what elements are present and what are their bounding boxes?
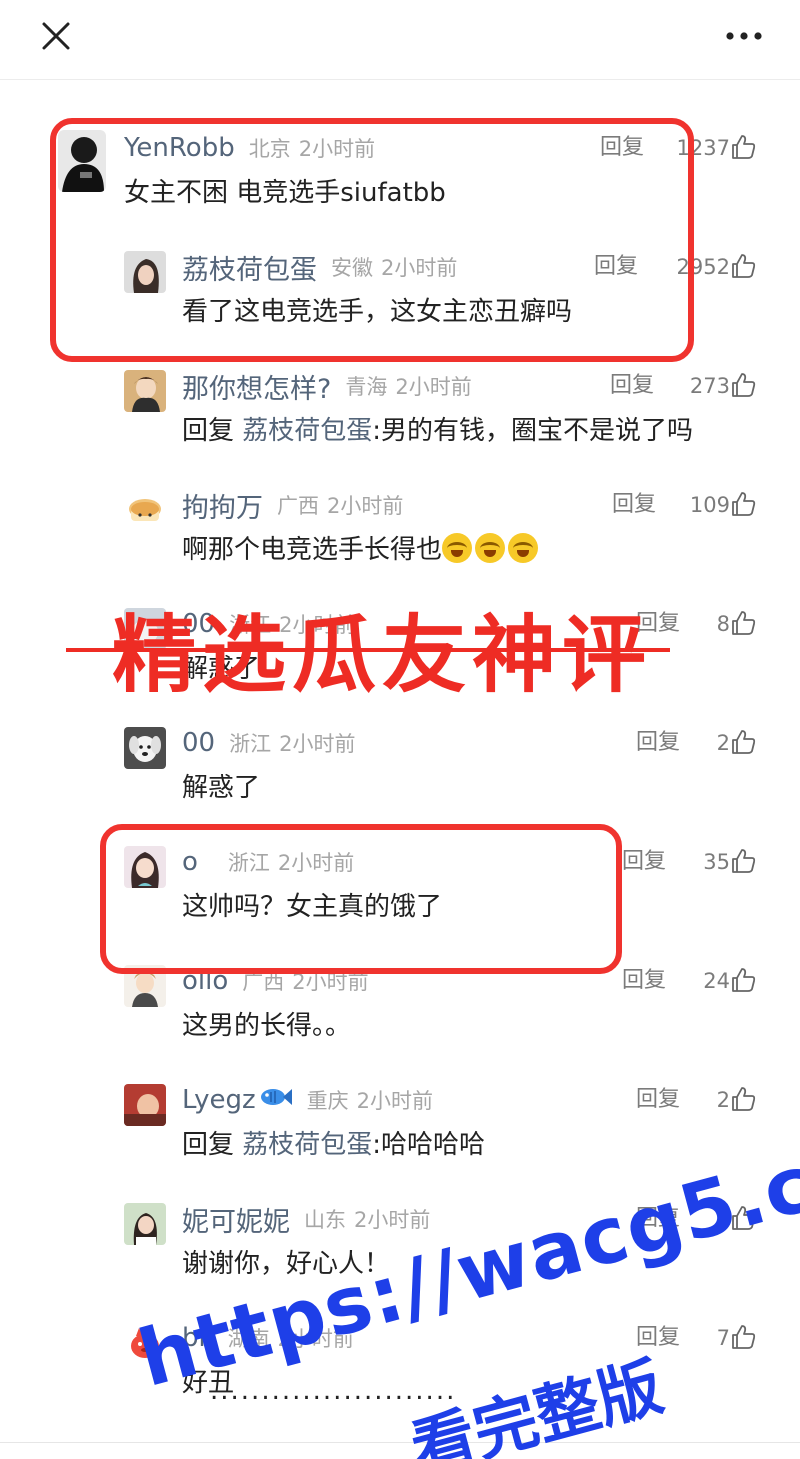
avatar[interactable] (124, 251, 166, 293)
avatar[interactable] (58, 130, 106, 192)
location: 浙江 (227, 851, 270, 875)
thumbs-up-icon[interactable] (730, 848, 756, 874)
avatar[interactable] (124, 370, 166, 412)
thumbs-up-icon[interactable] (730, 967, 756, 993)
like-count: 1237 (676, 136, 730, 160)
comment-item: 00 浙江 2小时前 回复 2 解惑了 (0, 723, 800, 833)
thumbs-up-icon[interactable] (730, 253, 756, 279)
location: 北京 (248, 137, 291, 161)
thumbs-up-icon[interactable] (730, 372, 756, 398)
username[interactable]: 拘拘万 (182, 486, 263, 525)
thumbs-up-icon[interactable] (730, 491, 756, 517)
location: 广西 (242, 970, 285, 994)
reply-button[interactable]: 回复 (622, 961, 666, 1001)
reply-body: :男的有钱，圈宝不是说了吗 (372, 416, 694, 446)
divider (0, 1442, 800, 1443)
timestamp: 2小时前 (292, 970, 369, 994)
laugh-cry-emoji-icon (475, 533, 506, 563)
fish-badge-icon (259, 1086, 293, 1114)
timestamp: 2小时前 (356, 1089, 434, 1113)
thumbs-up-icon[interactable] (730, 729, 756, 755)
avatar[interactable] (124, 1203, 166, 1245)
quoted-username[interactable]: 荔枝荷包蛋 (242, 416, 372, 446)
like-count: 7 (716, 1326, 730, 1350)
username[interactable]: YenRobb (124, 133, 235, 163)
location: 广西 (277, 494, 319, 518)
avatar[interactable] (124, 727, 166, 769)
thumbs-up-icon[interactable] (730, 1086, 756, 1112)
quoted-username[interactable]: 荔枝荷包蛋 (242, 1130, 372, 1160)
username[interactable]: Lyegz (182, 1085, 256, 1115)
reply-button[interactable]: 回复 (636, 723, 680, 763)
like-count: 24 (703, 969, 730, 993)
username[interactable]: 00 (182, 728, 215, 758)
avatar[interactable] (124, 489, 166, 531)
timestamp: 2小时前 (327, 494, 404, 518)
comment-item: o 浙江 2小时前 回复 35 这帅吗？女主真的饿了 (0, 842, 800, 952)
reply-body: :哈哈哈哈 (372, 1130, 486, 1160)
comment-text: 女主不困 电竞选手siufatbb (124, 178, 446, 208)
avatar[interactable] (124, 965, 166, 1007)
reply-button[interactable]: 回复 (636, 1080, 680, 1120)
avatar[interactable] (124, 846, 166, 888)
reply-button[interactable]: 回复 (612, 485, 656, 525)
timestamp: 2小时前 (381, 256, 458, 280)
username[interactable]: 那你想怎样? (182, 367, 331, 406)
location: 山东 (304, 1208, 346, 1232)
location: 浙江 (229, 732, 272, 756)
comment-text: 回复 荔枝荷包蛋:男的有钱，圈宝不是说了吗 (182, 410, 693, 447)
close-icon[interactable] (36, 16, 76, 56)
comment-text: 这男的长得。。 (182, 1011, 352, 1041)
comment-item: YenRobb 北京 2小时前 回复 1237 女主不困 电竞选手siufatb… (0, 128, 800, 238)
timestamp: 2小时前 (354, 1208, 431, 1232)
username[interactable]: 妮可妮妮 (182, 1200, 290, 1239)
strike-line (66, 648, 670, 652)
more-icon[interactable] (722, 20, 766, 52)
comment-text: 看了这电竞选手，这女主恋丑癖吗 (182, 297, 573, 327)
reply-button[interactable]: 回复 (610, 366, 654, 406)
thumbs-up-icon[interactable] (730, 610, 756, 636)
laugh-cry-emoji-icon (508, 533, 539, 563)
like-count: 109 (689, 493, 730, 517)
location: 青海 (345, 375, 388, 399)
comment-text: 解惑了 (182, 773, 261, 803)
reply-button[interactable]: 回复 (622, 842, 666, 882)
like-count: 273 (689, 374, 730, 398)
top-bar (0, 0, 800, 80)
location: 重庆 (306, 1089, 349, 1113)
username[interactable]: ollo (182, 966, 228, 996)
laugh-cry-emoji-icon (442, 533, 473, 563)
thumbs-up-icon[interactable] (730, 134, 756, 160)
like-count: 8 (716, 612, 730, 636)
username[interactable]: 荔枝荷包蛋 (182, 248, 317, 287)
like-count: 2952 (676, 255, 730, 279)
location: 安徽 (331, 256, 373, 280)
comment-item: ollo 广西 2小时前 回复 24 这男的长得。。 (0, 961, 800, 1071)
comment-text: 回复 荔枝荷包蛋:哈哈哈哈 (182, 1124, 485, 1161)
comment-item: 荔枝荷包蛋 安徽 2小时前 回复 2952 看了这电竞选手，这女主恋丑癖吗 (0, 247, 800, 357)
comment-item: 拘拘万 广西 2小时前 回复 109 啊那个电竞选手长得也 (0, 485, 800, 595)
like-count: 35 (703, 850, 730, 874)
comment-text: 啊那个电竞选手长得也 (182, 529, 541, 566)
username[interactable]: o (182, 847, 198, 877)
reply-button[interactable]: 回复 (600, 128, 644, 168)
like-count: 2 (716, 1088, 730, 1112)
thumbs-up-icon[interactable] (730, 1324, 756, 1350)
timestamp: 2小时前 (277, 851, 355, 875)
timestamp: 2小时前 (298, 137, 376, 161)
comment-body: 啊那个电竞选手长得也 (182, 535, 443, 565)
timestamp: 2小时前 (279, 732, 356, 756)
like-count: 2 (716, 731, 730, 755)
avatar[interactable] (124, 1084, 166, 1126)
reply-prefix: 回复 (182, 416, 243, 446)
reply-button[interactable]: 回复 (594, 247, 638, 287)
reply-prefix: 回复 (182, 1130, 243, 1160)
comment-text: 这帅吗？女主真的饿了 (182, 892, 443, 922)
timestamp: 2小时前 (395, 375, 472, 399)
comment-item: 那你想怎样? 青海 2小时前 回复 273 回复 荔枝荷包蛋:男的有钱，圈宝不是… (0, 366, 800, 476)
